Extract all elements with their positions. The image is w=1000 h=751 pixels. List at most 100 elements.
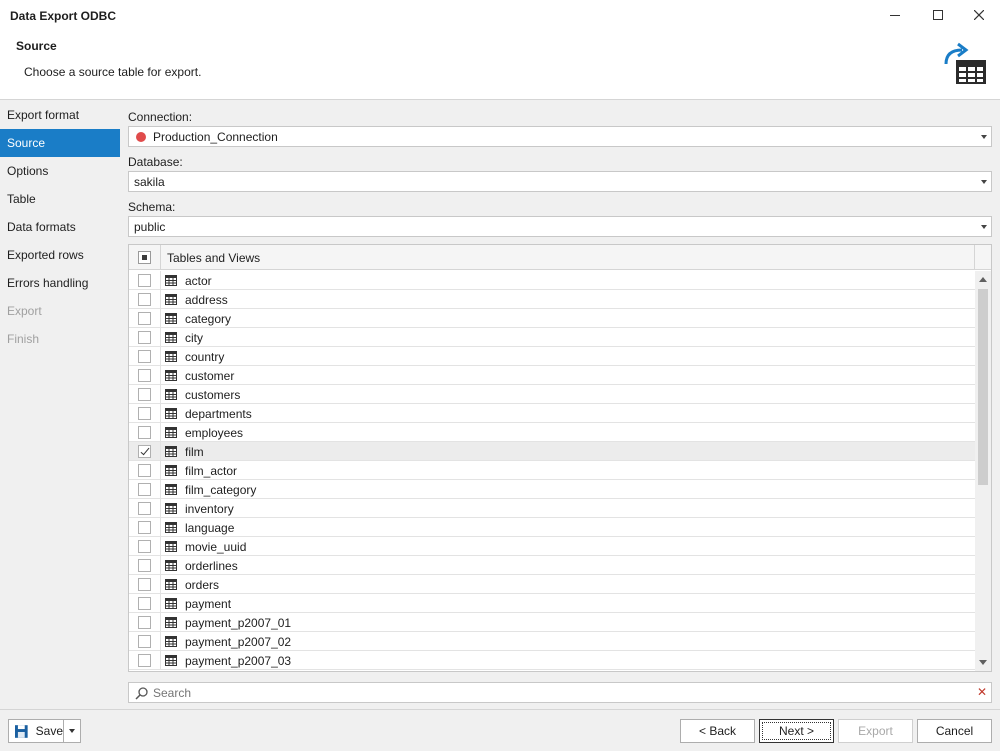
save-button[interactable]: Save xyxy=(8,719,64,743)
row-checkbox[interactable] xyxy=(138,540,151,553)
table-name: payment xyxy=(185,597,232,611)
table-row[interactable]: orders xyxy=(129,575,975,594)
cancel-button[interactable]: Cancel xyxy=(917,719,992,743)
chevron-down-icon xyxy=(981,135,987,139)
search-box: ✕ xyxy=(128,682,992,703)
row-checkbox-cell xyxy=(129,442,161,460)
table-row[interactable]: inventory xyxy=(129,499,975,518)
row-checkbox-cell xyxy=(129,404,161,422)
table-row[interactable]: film_actor xyxy=(129,461,975,480)
row-checkbox[interactable] xyxy=(138,407,151,420)
connection-status-icon xyxy=(136,132,146,142)
row-checkbox[interactable] xyxy=(138,350,151,363)
connection-dropdown[interactable]: Production_Connection xyxy=(128,126,992,147)
row-checkbox[interactable] xyxy=(138,331,151,344)
sidebar-item-source[interactable]: Source xyxy=(0,129,120,157)
minimize-button[interactable] xyxy=(874,0,916,30)
save-icon xyxy=(15,724,28,738)
select-all-column xyxy=(129,245,161,270)
wizard-header: Source Choose a source table for export. xyxy=(0,30,1000,100)
close-button[interactable] xyxy=(958,0,1000,30)
table-row[interactable]: film_category xyxy=(129,480,975,499)
table-row[interactable]: movie_uuid xyxy=(129,537,975,556)
scrollbar-thumb[interactable] xyxy=(978,289,988,485)
sidebar-item-errors-handling[interactable]: Errors handling xyxy=(0,269,120,297)
scroll-down-icon[interactable] xyxy=(979,660,987,665)
tables-grid-header: Tables and Views xyxy=(129,245,991,270)
scroll-up-icon[interactable] xyxy=(979,277,987,282)
chevron-down-icon xyxy=(981,225,987,229)
clear-search-icon[interactable]: ✕ xyxy=(977,685,987,699)
connection-value: Production_Connection xyxy=(153,130,278,144)
row-checkbox[interactable] xyxy=(138,559,151,572)
row-checkbox[interactable] xyxy=(138,388,151,401)
table-row[interactable]: actor xyxy=(129,271,975,290)
table-row[interactable]: departments xyxy=(129,404,975,423)
table-name: film xyxy=(185,445,204,459)
row-checkbox[interactable] xyxy=(138,483,151,496)
next-button[interactable]: Next > xyxy=(759,719,834,743)
table-row[interactable]: address xyxy=(129,290,975,309)
select-all-checkbox[interactable] xyxy=(138,251,151,264)
row-checkbox[interactable] xyxy=(138,635,151,648)
sidebar-item-table[interactable]: Table xyxy=(0,185,120,213)
sidebar-item-exported-rows[interactable]: Exported rows xyxy=(0,241,120,269)
tables-grid: Tables and Views actor address category cit… xyxy=(128,244,992,672)
table-name: city xyxy=(185,331,203,345)
table-row[interactable]: customers xyxy=(129,385,975,404)
row-checkbox[interactable] xyxy=(138,369,151,382)
row-checkbox[interactable] xyxy=(138,293,151,306)
row-checkbox[interactable] xyxy=(138,502,151,515)
table-row[interactable]: payment_p2007_03 xyxy=(129,651,975,670)
save-options-dropdown[interactable] xyxy=(63,719,81,743)
search-input[interactable] xyxy=(153,684,973,701)
table-icon xyxy=(165,484,177,495)
table-row[interactable]: employees xyxy=(129,423,975,442)
row-checkbox-cell xyxy=(129,309,161,327)
row-checkbox-cell xyxy=(129,556,161,574)
sidebar-item-data-formats[interactable]: Data formats xyxy=(0,213,120,241)
table-icon xyxy=(165,522,177,533)
table-row[interactable]: language xyxy=(129,518,975,537)
table-name: address xyxy=(185,293,228,307)
title-bar: Data Export ODBC xyxy=(0,0,1000,30)
row-checkbox[interactable] xyxy=(138,654,151,667)
table-row[interactable]: customer xyxy=(129,366,975,385)
table-row[interactable]: payment xyxy=(129,594,975,613)
row-checkbox-cell xyxy=(129,632,161,650)
maximize-icon xyxy=(933,10,943,20)
table-row[interactable]: orderlines xyxy=(129,556,975,575)
row-checkbox[interactable] xyxy=(138,597,151,610)
row-checkbox[interactable] xyxy=(138,445,151,458)
maximize-button[interactable] xyxy=(917,0,959,30)
table-icon xyxy=(165,313,177,324)
table-row[interactable]: payment_p2007_02 xyxy=(129,632,975,651)
table-row[interactable]: country xyxy=(129,347,975,366)
table-icon xyxy=(165,446,177,457)
table-name: employees xyxy=(185,426,244,440)
schema-label: Schema: xyxy=(128,200,176,214)
table-icon xyxy=(165,560,177,571)
table-row[interactable]: city xyxy=(129,328,975,347)
table-name: category xyxy=(185,312,232,326)
row-checkbox[interactable] xyxy=(138,616,151,629)
row-checkbox[interactable] xyxy=(138,426,151,439)
vertical-scrollbar[interactable] xyxy=(975,271,991,671)
table-row[interactable]: category xyxy=(129,309,975,328)
row-checkbox-cell xyxy=(129,423,161,441)
table-icon xyxy=(165,465,177,476)
database-dropdown[interactable]: sakila xyxy=(128,171,992,192)
page-title: Source xyxy=(16,39,57,53)
table-name: customer xyxy=(185,369,235,383)
schema-dropdown[interactable]: public xyxy=(128,216,992,237)
row-checkbox[interactable] xyxy=(138,521,151,534)
sidebar-item-export-format[interactable]: Export format xyxy=(0,101,120,129)
sidebar-item-options[interactable]: Options xyxy=(0,157,120,185)
table-row[interactable]: payment_p2007_01 xyxy=(129,613,975,632)
table-row[interactable]: film xyxy=(129,442,975,461)
row-checkbox[interactable] xyxy=(138,312,151,325)
row-checkbox[interactable] xyxy=(138,464,151,477)
row-checkbox[interactable] xyxy=(138,274,151,287)
back-button[interactable]: < Back xyxy=(680,719,755,743)
row-checkbox[interactable] xyxy=(138,578,151,591)
